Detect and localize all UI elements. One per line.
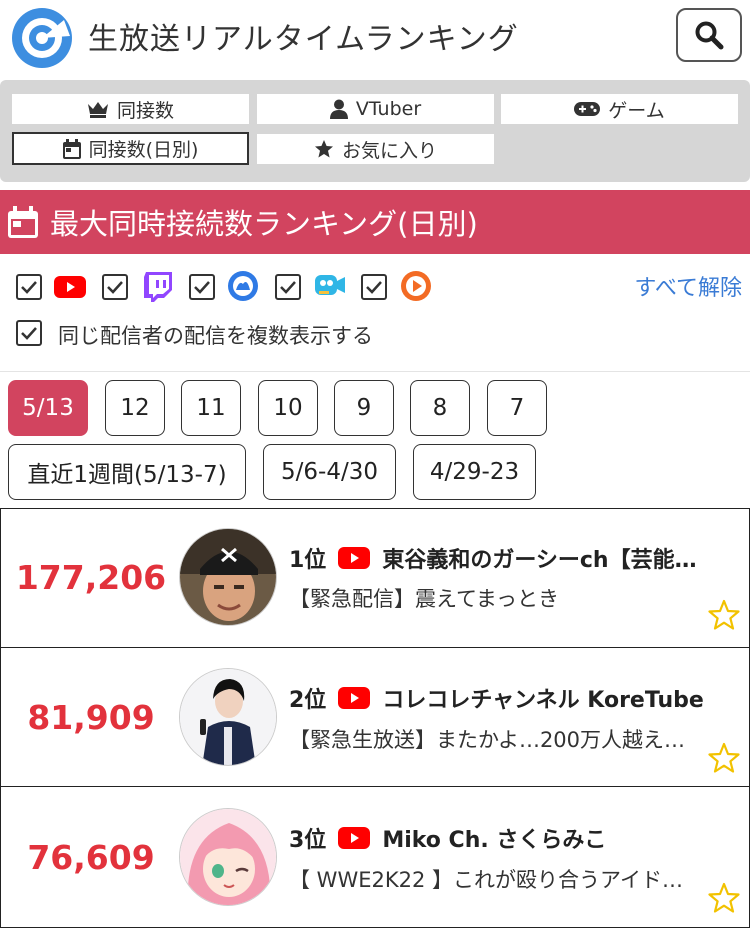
gamepad-icon — [574, 102, 601, 116]
stream-title[interactable]: 【 WWE2K22 】これが殴り合うアイドルの姿です — [289, 864, 701, 894]
tab-concurrent[interactable]: 同接数 — [12, 94, 249, 124]
twitch-checkbox[interactable] — [102, 274, 128, 300]
stream-title[interactable]: 【緊急配信】震えてまっとき — [289, 583, 701, 613]
logo-icon[interactable] — [10, 6, 74, 70]
youtube-icon — [338, 827, 371, 849]
youtube-icon — [338, 687, 371, 709]
avatar[interactable] — [179, 528, 277, 626]
stream-title[interactable]: 【緊急生放送】またかよ…200万人越えの有名人 — [289, 724, 701, 754]
favorite-star-icon[interactable] — [708, 742, 740, 774]
favorite-star-icon[interactable] — [708, 882, 740, 914]
check-icon — [194, 281, 210, 294]
section-title: 最大同時接続数ランキング(日別) — [50, 207, 478, 241]
youtube-icon — [338, 547, 371, 569]
date-button-day[interactable]: 5/13 — [8, 380, 88, 436]
twitch-icon — [142, 271, 174, 303]
rank-label: 3位 — [289, 828, 327, 853]
check-icon — [366, 281, 382, 294]
openrec-checkbox[interactable] — [275, 274, 301, 300]
rank-label: 2位 — [289, 688, 327, 713]
date-button-day[interactable]: 7 — [487, 380, 547, 436]
check-icon — [21, 327, 37, 340]
nav-tabs-panel: 同接数 VTuber ゲーム 同接数(日別) お気に入り — [0, 80, 750, 182]
tab-vtuber[interactable]: VTuber — [257, 94, 494, 124]
calendar-icon — [8, 206, 38, 238]
date-button-day[interactable]: 10 — [258, 380, 318, 436]
section-header: 最大同時接続数ランキング(日別) — [0, 190, 750, 254]
site-title[interactable]: 生放送リアルタイムランキング — [88, 14, 519, 58]
search-button[interactable] — [676, 8, 742, 62]
multi-stream-label[interactable]: 同じ配信者の配信を複数表示する — [58, 320, 373, 350]
channel-name[interactable]: 東谷義和のガーシーch【芸能界の裏側】 — [382, 542, 709, 574]
check-icon — [280, 281, 296, 294]
multi-stream-checkbox[interactable] — [16, 320, 42, 346]
rank-line: 2位 コレコレチャンネル KoreTube — [289, 682, 709, 714]
avatar[interactable] — [179, 808, 277, 906]
mildom-icon — [227, 270, 259, 302]
viewer-count: 81,909 — [27, 698, 155, 737]
tab-label: お気に入り — [341, 139, 437, 162]
date-button-day[interactable]: 9 — [334, 380, 394, 436]
week-button[interactable]: 5/6-4/30 — [263, 444, 396, 500]
tab-daily-concurrent[interactable]: 同接数(日別) — [12, 132, 249, 165]
ranking-row[interactable]: 177,206 1位 東谷義和のガーシーch【芸能界の裏側】 【緊急配信】震えて… — [1, 509, 749, 648]
favorite-star-icon[interactable] — [708, 599, 740, 631]
youtube-checkbox[interactable] — [16, 274, 42, 300]
tab-label: 同接数 — [116, 99, 174, 122]
tab-game[interactable]: ゲーム — [501, 94, 738, 124]
clear-all-link[interactable]: すべて解除 — [634, 270, 742, 302]
platform-filters: すべて解除 同じ配信者の配信を複数表示する — [0, 262, 750, 372]
tab-label: ゲーム — [608, 99, 665, 122]
ranking-row[interactable]: 76,609 3位 Miko Ch. さくらみこ 【 WWE2K22 】これが殴… — [1, 788, 749, 927]
rank-line: 1位 東谷義和のガーシーch【芸能界の裏側】 — [289, 542, 709, 574]
week-button[interactable]: 直近1週間(5/13-7) — [8, 444, 246, 500]
viewer-count: 177,206 — [15, 558, 167, 597]
date-button-day[interactable]: 11 — [181, 380, 241, 436]
calendar-icon — [62, 138, 81, 159]
week-button[interactable]: 4/29-23 — [413, 444, 536, 500]
ranking-row[interactable]: 81,909 2位 コレコレチャンネル KoreTube 【緊急生放送】またかよ… — [1, 648, 749, 787]
twitcasting-icon — [400, 270, 432, 302]
channel-name[interactable]: Miko Ch. さくらみこ — [382, 822, 606, 854]
rank-line: 3位 Miko Ch. さくらみこ — [289, 822, 709, 854]
channel-name[interactable]: コレコレチャンネル KoreTube — [382, 682, 703, 714]
star-icon — [314, 140, 333, 158]
youtube-icon — [54, 271, 86, 303]
twitcasting-checkbox[interactable] — [361, 274, 387, 300]
openrec-icon — [314, 270, 346, 302]
viewer-count: 76,609 — [27, 838, 155, 877]
user-icon — [329, 99, 348, 119]
mildom-checkbox[interactable] — [189, 274, 215, 300]
tab-label: VTuber — [355, 98, 422, 120]
avatar[interactable] — [179, 668, 277, 766]
crown-icon — [87, 102, 108, 118]
ranking-list: 177,206 1位 東谷義和のガーシーch【芸能界の裏側】 【緊急配信】震えて… — [0, 508, 750, 928]
check-icon — [21, 281, 37, 294]
date-button-day[interactable]: 12 — [105, 380, 165, 436]
rank-label: 1位 — [289, 548, 327, 573]
date-button-day[interactable]: 8 — [410, 380, 470, 436]
tab-favorites[interactable]: お気に入り — [257, 134, 494, 164]
check-icon — [107, 281, 123, 294]
header: 生放送リアルタイムランキング — [0, 0, 750, 76]
search-icon — [695, 21, 724, 50]
tab-label: 同接数(日別) — [88, 139, 199, 161]
